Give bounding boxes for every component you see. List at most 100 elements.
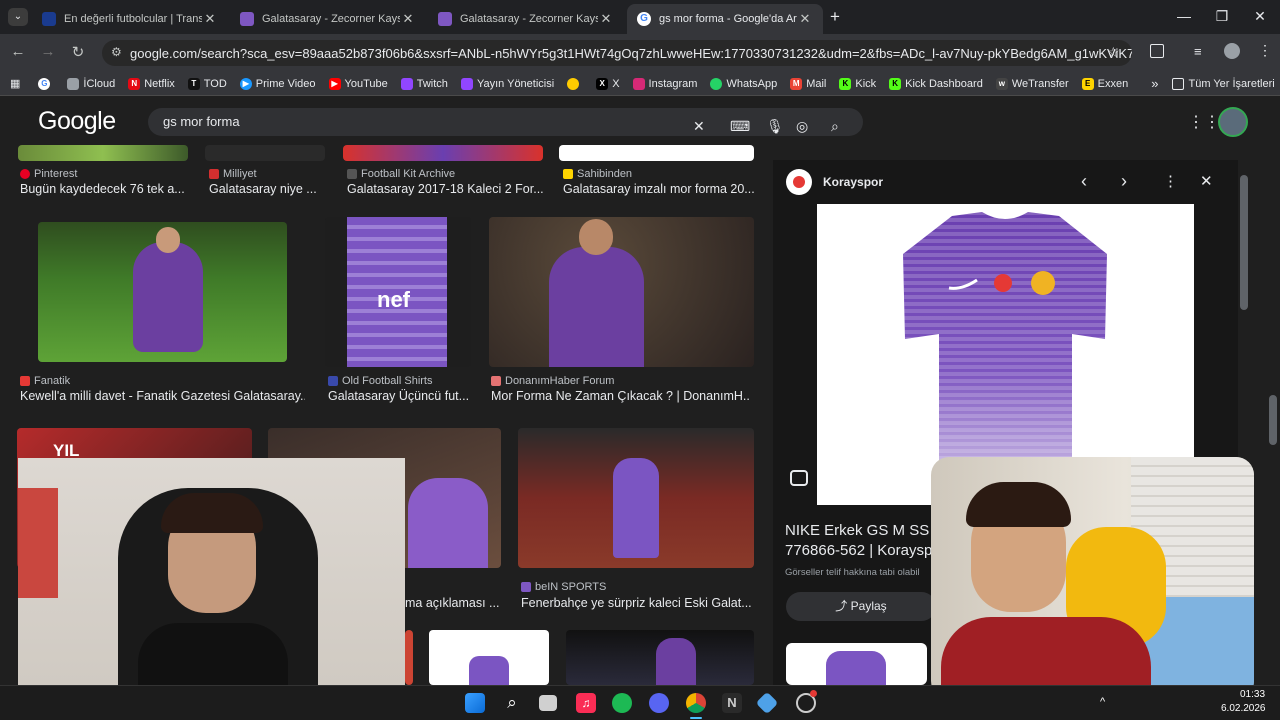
tab-google-search[interactable]: G gs mor forma - Google'da Ara ✕ — [627, 4, 823, 34]
browser-menu-icon[interactable]: ⋮ — [1258, 42, 1272, 59]
result-thumbnail[interactable] — [18, 145, 188, 161]
google-logo[interactable]: Google — [38, 107, 116, 136]
notion-icon[interactable]: N — [722, 693, 742, 713]
bookmark-icloud[interactable]: İCloud — [67, 77, 115, 90]
result-title[interactable]: Mor Forma Ne Zaman Çıkacak ? | DonanımH.… — [491, 389, 751, 403]
apps-grid-icon[interactable]: ▦ — [10, 77, 20, 90]
result-thumbnail-kewell[interactable] — [38, 222, 287, 362]
minimize-icon[interactable]: — — [1174, 8, 1194, 24]
search-icon[interactable]: ⌕ — [831, 112, 839, 140]
discord-icon[interactable] — [649, 693, 669, 713]
panel-title-line2[interactable]: 776866-562 | Korayspo — [785, 542, 941, 559]
bookmark-instagram[interactable]: Instagram — [632, 77, 697, 90]
new-tab-button[interactable]: + — [830, 7, 840, 27]
page-scrollbar-thumb[interactable] — [1269, 395, 1277, 445]
result-title[interactable]: Galatasaray Üçüncü fut... — [328, 389, 473, 403]
result-title[interactable]: Galatasaray 2017-18 Kaleci 2 For... — [347, 182, 547, 196]
bookmark-kick-dashboard[interactable]: K Kick Dashboard — [889, 77, 983, 90]
tab-search-button[interactable]: ⌄ — [8, 8, 28, 26]
extensions-icon[interactable] — [1150, 44, 1164, 58]
player-head — [156, 227, 180, 253]
bookmark-kick-circle[interactable] — [567, 77, 583, 90]
result-thumbnail[interactable] — [429, 630, 549, 685]
forward-arrow-icon[interactable]: → — [38, 43, 58, 60]
bookmark-x[interactable]: X X — [596, 77, 620, 90]
result-title[interactable]: ma açıklaması ... — [405, 596, 505, 610]
voice-search-icon[interactable]: 🎙︎ — [766, 112, 784, 140]
panel-title-line1[interactable]: NIKE Erkek GS M SS 3 — [785, 522, 942, 539]
next-image-icon[interactable]: › — [1121, 171, 1127, 192]
task-view-icon[interactable] — [539, 695, 557, 711]
app-icon[interactable] — [755, 691, 779, 715]
result-thumbnail[interactable] — [518, 428, 754, 568]
result-thumbnail[interactable] — [343, 145, 543, 161]
google-account-avatar[interactable] — [1218, 107, 1248, 137]
clear-search-icon[interactable]: ✕ — [693, 112, 705, 140]
result-title[interactable]: Galatasaray niye ... — [209, 182, 329, 196]
bookmark-google[interactable]: G — [38, 77, 54, 90]
more-options-icon[interactable]: ⋮ — [1163, 172, 1178, 190]
bookmark-youtube[interactable]: ▶ YouTube — [328, 77, 388, 90]
bookmark-star-icon[interactable]: ☆ — [1107, 44, 1120, 61]
google-search-input[interactable]: gs mor forma ✕ ⌨ 🎙︎ ◎ ⌕ — [148, 108, 863, 136]
close-window-icon[interactable]: ✕ — [1250, 8, 1270, 25]
tab-zecorner-2[interactable]: Galatasaray - Zecorner Kayseris ✕ — [428, 4, 624, 34]
bookmark-mail[interactable]: M Mail — [790, 77, 826, 90]
google-icon: G — [38, 77, 51, 90]
url-text: google.com/search?sca_esv=89aaa52b873f06… — [130, 45, 1132, 61]
bookmark-prime-video[interactable]: ▶ Prime Video — [239, 77, 316, 90]
windows-start-icon[interactable] — [465, 693, 485, 713]
close-panel-icon[interactable]: ✕ — [1200, 172, 1213, 190]
itunes-icon[interactable]: ♫ — [576, 693, 596, 713]
close-icon[interactable]: ✕ — [400, 11, 416, 27]
result-thumbnail[interactable] — [566, 630, 754, 685]
bookmark-kick[interactable]: K Kick — [839, 77, 876, 90]
result-thumbnail-forum[interactable] — [489, 217, 754, 367]
site-info-icon[interactable]: ⚙ — [111, 45, 122, 59]
previous-image-icon[interactable]: ‹ — [1081, 171, 1087, 192]
bookmark-netflix[interactable]: N Netflix — [128, 77, 175, 90]
google-apps-icon[interactable]: ⋮⋮ — [1188, 112, 1220, 132]
spotify-icon[interactable] — [612, 693, 632, 713]
clock-date[interactable]: 6.02.2026 — [1221, 703, 1266, 714]
tab-transfermarkt[interactable]: En değerli futbolcular | Transfer ✕ — [32, 4, 228, 34]
bookmark-twitch[interactable]: Twitch — [400, 77, 448, 90]
chrome-icon[interactable] — [686, 693, 706, 713]
bookmark-tod[interactable]: T TOD — [187, 77, 227, 90]
close-icon[interactable]: ✕ — [797, 11, 813, 27]
clock-time[interactable]: 01:33 — [1240, 689, 1265, 700]
bookmark-wetransfer[interactable]: w WeTransfer — [995, 77, 1069, 90]
panel-site-name[interactable]: Korayspor — [823, 175, 883, 189]
result-thumbnail[interactable] — [559, 145, 754, 161]
result-thumbnail[interactable] — [405, 630, 413, 685]
lens-search-icon[interactable]: ◎ — [796, 112, 808, 140]
result-title[interactable]: Bugün kaydedecek 76 tek a... — [20, 182, 190, 196]
related-thumbnail[interactable] — [786, 643, 927, 685]
result-title[interactable]: Fenerbahçe ye sürpriz kaleci Eski Galat.… — [521, 596, 756, 610]
profile-avatar[interactable] — [1224, 43, 1240, 59]
lens-icon[interactable] — [790, 470, 808, 486]
reload-icon[interactable]: ↻ — [68, 43, 88, 61]
bookmark-whatsapp[interactable]: WhatsApp — [710, 77, 777, 90]
keyboard-icon[interactable]: ⌨ — [730, 112, 750, 140]
media-controls-icon[interactable]: ≡ — [1194, 44, 1202, 59]
close-icon[interactable]: ✕ — [202, 11, 218, 27]
result-thumbnail[interactable] — [205, 145, 325, 161]
result-thumbnail-third-kit[interactable]: nef — [325, 217, 471, 367]
bookmarks-overflow-icon[interactable]: » — [1151, 76, 1158, 91]
tray-chevron-icon[interactable]: ^ — [1100, 696, 1105, 708]
bookmark-exxen[interactable]: E Exxen — [1081, 77, 1128, 90]
search-icon[interactable]: ⌕ — [502, 693, 522, 713]
share-button[interactable]: ⤴ Paylaş — [786, 592, 936, 621]
address-bar[interactable]: ⚙ google.com/search?sca_esv=89aaa52b873f… — [102, 40, 1132, 66]
tab-zecorner-1[interactable]: Galatasaray - Zecorner Kayseris ✕ — [230, 4, 426, 34]
bookmark-yayin-yoneticisi[interactable]: Yayın Yöneticisi — [460, 77, 554, 90]
close-icon[interactable]: ✕ — [598, 11, 614, 27]
back-arrow-icon[interactable]: ← — [8, 43, 28, 60]
maximize-icon[interactable]: ❐ — [1212, 8, 1232, 25]
whatsapp-icon — [710, 77, 723, 90]
result-title[interactable]: Kewell'a milli davet - Fanatik Gazetesi … — [20, 389, 305, 403]
page-scrollbar[interactable] — [1240, 175, 1248, 310]
all-bookmarks-folder[interactable]: Tüm Yer İşaretleri — [1172, 77, 1275, 90]
result-title[interactable]: Galatasaray imzalı mor forma 20... — [563, 182, 758, 196]
